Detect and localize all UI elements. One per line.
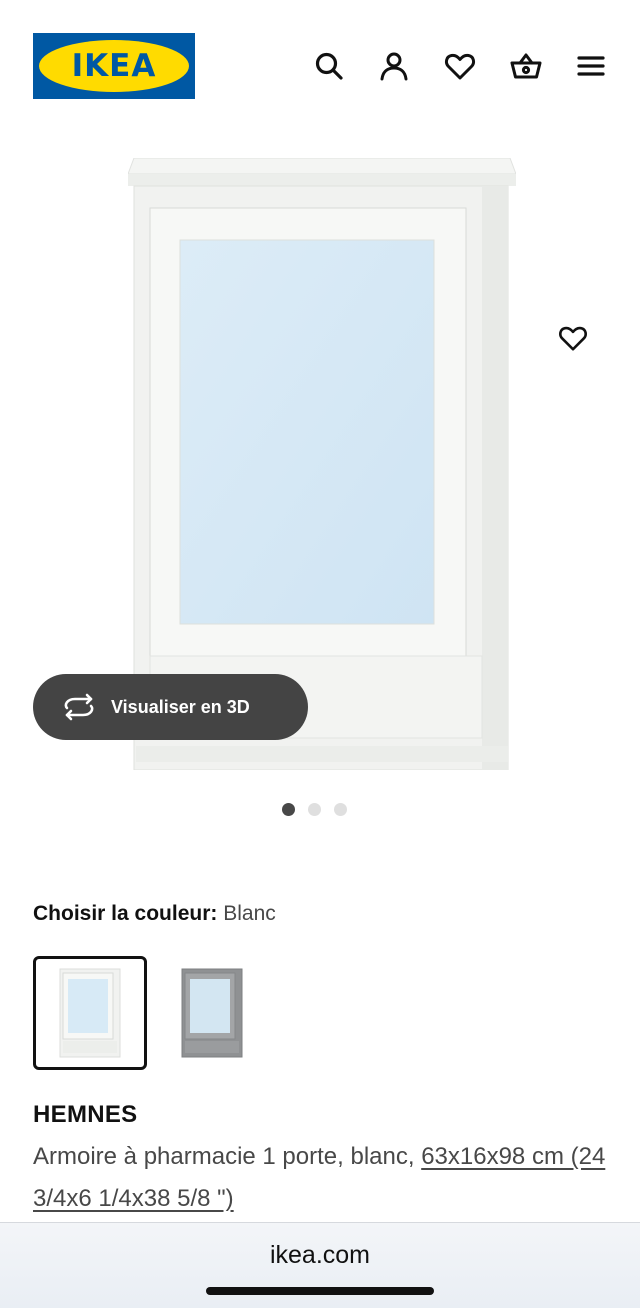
image-pagination (0, 803, 634, 817)
browser-address-bar[interactable]: ikea.com (0, 1222, 640, 1308)
menu-icon[interactable] (571, 46, 611, 86)
white-cabinet-thumbnail (59, 968, 121, 1058)
logo-text: IKEA (71, 48, 157, 84)
product-description: Armoire à pharmacie 1 porte, blanc, 63x1… (33, 1136, 613, 1220)
account-icon[interactable] (374, 46, 414, 86)
view-3d-label: Visualiser en 3D (111, 696, 250, 717)
color-swatch-white[interactable] (33, 956, 147, 1070)
color-chooser-heading: Choisir la couleur: Blanc (33, 902, 276, 926)
product-name: HEMNES (33, 1101, 138, 1128)
site-header: IKEA (0, 0, 640, 130)
color-chooser-label: Choisir la couleur: (33, 902, 218, 925)
basket-icon[interactable] (506, 46, 546, 86)
favorite-button[interactable] (551, 316, 595, 360)
product-description-text: Armoire à pharmacie 1 porte, blanc, (33, 1143, 415, 1170)
color-chooser-value: Blanc (223, 902, 276, 925)
heart-icon[interactable] (440, 46, 480, 86)
browser-url[interactable]: ikea.com (0, 1241, 640, 1270)
pagination-dot-2[interactable] (307, 803, 321, 816)
view-3d-button[interactable]: Visualiser en 3D (33, 674, 308, 740)
heart-icon (559, 326, 587, 351)
pagination-dot-1[interactable] (281, 803, 295, 816)
home-indicator (206, 1287, 434, 1295)
search-icon[interactable] (309, 46, 349, 86)
ikea-logo[interactable]: IKEA (33, 33, 195, 99)
pagination-dot-3[interactable] (333, 803, 347, 816)
color-swatch-grey[interactable] (155, 956, 269, 1070)
rotate-3d-icon (64, 693, 94, 721)
grey-cabinet-thumbnail (181, 968, 243, 1058)
